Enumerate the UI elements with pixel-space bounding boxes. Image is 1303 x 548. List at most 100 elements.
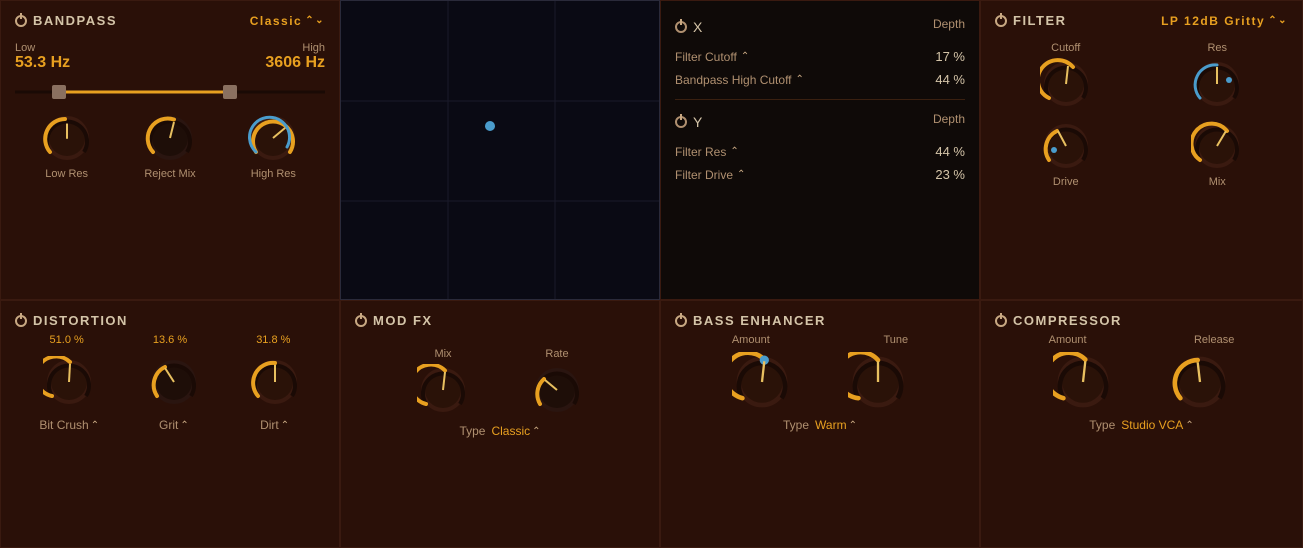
- reject-mix-knob-container: Reject Mix: [144, 112, 196, 180]
- low-res-knob-container: Low Res: [41, 112, 93, 180]
- filter-knobs-grid: Cutoff Res: [995, 42, 1288, 188]
- compressor-title-row: COMPRESSOR: [995, 313, 1288, 328]
- bit-crush-subtype[interactable]: Bit Crush ⌃: [39, 418, 99, 432]
- y-param-1: Filter Drive ⌃ 23 %: [675, 163, 965, 186]
- modfx-panel: MOD FX Mix Rate: [340, 300, 660, 548]
- bandpass-type[interactable]: Classic ⌃⌄: [250, 14, 325, 28]
- modfx-type-row[interactable]: Type Classic ⌃: [355, 424, 645, 438]
- modfx-title-row: MOD FX: [355, 313, 645, 328]
- filter-mix-knob-container: Mix: [1147, 120, 1289, 188]
- lfo-controls-panel: X Depth Filter Cutoff ⌃ 17 % Bandpass Hi…: [660, 0, 980, 300]
- compressor-power-icon[interactable]: [995, 315, 1007, 327]
- bandpass-title-row: BANDPASS Classic ⌃⌄: [15, 13, 325, 28]
- grit-knob-container: Grit ⌃: [148, 356, 200, 432]
- modfx-knobs-row: Mix Rate: [355, 348, 645, 416]
- bandpass-title: BANDPASS: [33, 13, 117, 28]
- main-grid: BANDPASS Classic ⌃⌄ Low 53.3 Hz High 360…: [0, 0, 1303, 548]
- cutoff-knob[interactable]: [1040, 58, 1092, 110]
- res-label: Res: [1207, 42, 1227, 54]
- x-params-section: Filter Cutoff ⌃ 17 % Bandpass High Cutof…: [675, 45, 965, 91]
- distortion-values-row: 51.0 % 13.6 % 31.8 %: [15, 334, 325, 346]
- bass-tune-knob[interactable]: [848, 352, 908, 412]
- res-knob-container: Res: [1147, 42, 1289, 110]
- modfx-rate-knob[interactable]: [531, 364, 583, 416]
- bass-enhancer-knobs-row: [675, 352, 965, 412]
- dirt-subtype[interactable]: Dirt ⌃: [260, 418, 289, 432]
- x-power-icon[interactable]: [675, 21, 687, 33]
- slider-thumb-low[interactable]: [52, 85, 66, 99]
- xy-grid[interactable]: [341, 1, 659, 299]
- modfx-rate-knob-container: Rate: [531, 348, 583, 416]
- distortion-knobs-row: Bit Crush ⌃ Grit ⌃: [15, 356, 325, 432]
- comp-release-label: Release: [1194, 334, 1234, 346]
- distortion-title: DISTORTION: [33, 313, 128, 328]
- compressor-labels: Amount Release: [995, 334, 1288, 346]
- bass-enhancer-panel: BASS ENHANCER Amount Tune: [660, 300, 980, 548]
- reject-mix-knob[interactable]: [144, 112, 196, 164]
- low-res-label: Low Res: [45, 168, 88, 180]
- grit-value: 13.6 %: [153, 334, 187, 346]
- filter-title-row: FILTER LP 12dB Gritty ⌃⌄: [995, 13, 1288, 28]
- high-res-knob[interactable]: [247, 112, 299, 164]
- bandpass-high-value: 3606 Hz: [265, 54, 325, 72]
- bandpass-panel: BANDPASS Classic ⌃⌄ Low 53.3 Hz High 360…: [0, 0, 340, 300]
- grit-knob[interactable]: [148, 356, 200, 408]
- xy-dot[interactable]: [485, 121, 495, 131]
- bass-type-row[interactable]: Type Warm ⌃: [675, 418, 965, 432]
- bass-amount-knob[interactable]: [732, 352, 792, 412]
- x-axis-header: X Depth: [675, 13, 965, 35]
- distortion-power-icon[interactable]: [15, 315, 27, 327]
- filter-mix-knob[interactable]: [1191, 120, 1243, 172]
- bit-crush-knob[interactable]: [43, 356, 95, 408]
- y-params-section: Filter Res ⌃ 44 % Filter Drive ⌃ 23 %: [675, 140, 965, 186]
- bandpass-slider[interactable]: [15, 82, 325, 102]
- compressor-type-row[interactable]: Type Studio VCA ⌃: [995, 418, 1288, 432]
- reject-mix-label: Reject Mix: [144, 168, 195, 180]
- bandpass-type-chevron: ⌃⌄: [305, 15, 325, 26]
- low-res-knob[interactable]: [41, 112, 93, 164]
- comp-amount-knob[interactable]: [1053, 352, 1113, 412]
- high-res-label: High Res: [251, 168, 296, 180]
- filter-power-icon[interactable]: [995, 15, 1007, 27]
- dirt-knob[interactable]: [249, 356, 301, 408]
- modfx-mix-knob[interactable]: [417, 364, 469, 416]
- bass-enhancer-labels: Amount Tune: [675, 334, 965, 346]
- res-knob[interactable]: [1191, 58, 1243, 110]
- distortion-panel: DISTORTION 51.0 % 13.6 % 31.8 %: [0, 300, 340, 548]
- bandpass-high-group: High 3606 Hz: [265, 42, 325, 72]
- drive-knob-container: Drive: [995, 120, 1137, 188]
- x-axis-title: X: [675, 19, 702, 35]
- modfx-mix-label: Mix: [434, 348, 451, 360]
- cutoff-label: Cutoff: [1051, 42, 1080, 54]
- modfx-power-icon[interactable]: [355, 315, 367, 327]
- compressor-title: COMPRESSOR: [1013, 313, 1122, 328]
- bass-tune-knob-container: [848, 352, 908, 412]
- bass-enhancer-power-icon[interactable]: [675, 315, 687, 327]
- bandpass-high-label: High: [265, 42, 325, 54]
- filter-type[interactable]: LP 12dB Gritty ⌃⌄: [1161, 14, 1288, 28]
- compressor-knobs-row: [995, 352, 1288, 412]
- grit-subtype[interactable]: Grit ⌃: [159, 418, 189, 432]
- comp-release-knob-container: [1170, 352, 1230, 412]
- x-param-1: Bandpass High Cutoff ⌃ 44 %: [675, 68, 965, 91]
- xy-pad-panel[interactable]: [340, 0, 660, 300]
- dirt-value: 31.8 %: [256, 334, 290, 346]
- bandpass-hz-row: Low 53.3 Hz High 3606 Hz: [15, 42, 325, 72]
- modfx-title: MOD FX: [373, 313, 433, 328]
- bandpass-knobs-row: Low Res Reject Mix: [15, 112, 325, 180]
- drive-knob[interactable]: [1040, 120, 1092, 172]
- bit-crush-value: 51.0 %: [50, 334, 84, 346]
- bandpass-low-label: Low: [15, 42, 70, 54]
- slider-thumb-high[interactable]: [223, 85, 237, 99]
- y-power-icon[interactable]: [675, 116, 687, 128]
- comp-release-knob[interactable]: [1170, 352, 1230, 412]
- filter-mix-label: Mix: [1209, 176, 1226, 188]
- bass-enhancer-title: BASS ENHANCER: [693, 313, 826, 328]
- bandpass-power-icon[interactable]: [15, 15, 27, 27]
- bass-amount-knob-container: [732, 352, 792, 412]
- high-res-knob-container: High Res: [247, 112, 299, 180]
- compressor-panel: COMPRESSOR Amount Release: [980, 300, 1303, 548]
- comp-amount-knob-container: [1053, 352, 1113, 412]
- filter-panel: FILTER LP 12dB Gritty ⌃⌄ Cutoff: [980, 0, 1303, 300]
- dirt-knob-container: Dirt ⌃: [249, 356, 301, 432]
